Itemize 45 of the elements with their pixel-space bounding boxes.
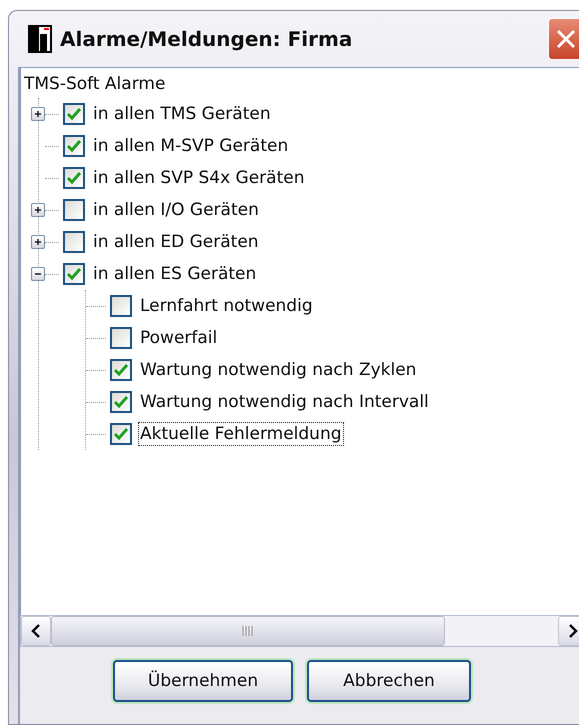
check-icon xyxy=(67,172,81,184)
check-icon xyxy=(67,108,81,120)
grip-icon xyxy=(242,626,254,636)
tree-item-label[interactable]: in allen TMS Geräten xyxy=(91,102,273,126)
app-logo-icon xyxy=(28,25,52,53)
check-icon xyxy=(67,268,81,280)
horizontal-scrollbar[interactable] xyxy=(20,615,579,647)
tree-root-label[interactable]: TMS-Soft Alarme xyxy=(24,70,166,98)
tree-item-label[interactable]: Lernfahrt notwendig xyxy=(138,294,315,318)
tree-item-label[interactable]: in allen ED Geräten xyxy=(91,230,261,254)
checkbox[interactable] xyxy=(63,103,85,125)
cancel-button[interactable]: Abbrechen xyxy=(307,660,471,702)
checkbox[interactable] xyxy=(110,391,132,413)
check-icon xyxy=(114,428,128,440)
checkbox[interactable] xyxy=(110,327,132,349)
tree-item-label[interactable]: Powerfail xyxy=(138,326,220,350)
checkbox[interactable] xyxy=(63,167,85,189)
expand-icon[interactable] xyxy=(31,203,45,217)
close-button[interactable] xyxy=(548,18,579,60)
scroll-right-button[interactable] xyxy=(558,616,579,646)
tree-item-label[interactable]: in allen SVP S4x Geräten xyxy=(91,166,306,190)
scrollbar-thumb[interactable] xyxy=(51,616,445,646)
checkbox[interactable] xyxy=(110,359,132,381)
checkbox[interactable] xyxy=(63,135,85,157)
scroll-left-button[interactable] xyxy=(21,616,51,646)
close-icon xyxy=(555,28,577,50)
check-icon xyxy=(67,140,81,152)
checkbox[interactable] xyxy=(63,263,85,285)
checkbox[interactable] xyxy=(63,199,85,221)
checkbox[interactable] xyxy=(110,295,132,317)
checkbox[interactable] xyxy=(110,423,132,445)
check-icon xyxy=(114,364,128,376)
check-icon xyxy=(114,396,128,408)
window-title: Alarme/Meldungen: Firma xyxy=(60,27,354,51)
tree-item-label[interactable]: Wartung notwendig nach Zyklen xyxy=(138,358,418,382)
tree-item-label[interactable]: in allen I/O Geräten xyxy=(91,198,261,222)
tree-item-label[interactable]: Wartung notwendig nach Intervall xyxy=(138,390,431,414)
tree-item-label[interactable]: in allen ES Geräten xyxy=(91,262,258,286)
collapse-icon[interactable] xyxy=(31,267,45,281)
checkbox[interactable] xyxy=(63,231,85,253)
expand-icon[interactable] xyxy=(31,235,45,249)
tree-item-label[interactable]: in allen M-SVP Geräten xyxy=(91,134,290,158)
apply-button[interactable]: Übernehmen xyxy=(113,660,293,702)
expand-icon[interactable] xyxy=(31,107,45,121)
tree-item-label[interactable]: Aktuelle Fehlermeldung xyxy=(138,422,344,446)
